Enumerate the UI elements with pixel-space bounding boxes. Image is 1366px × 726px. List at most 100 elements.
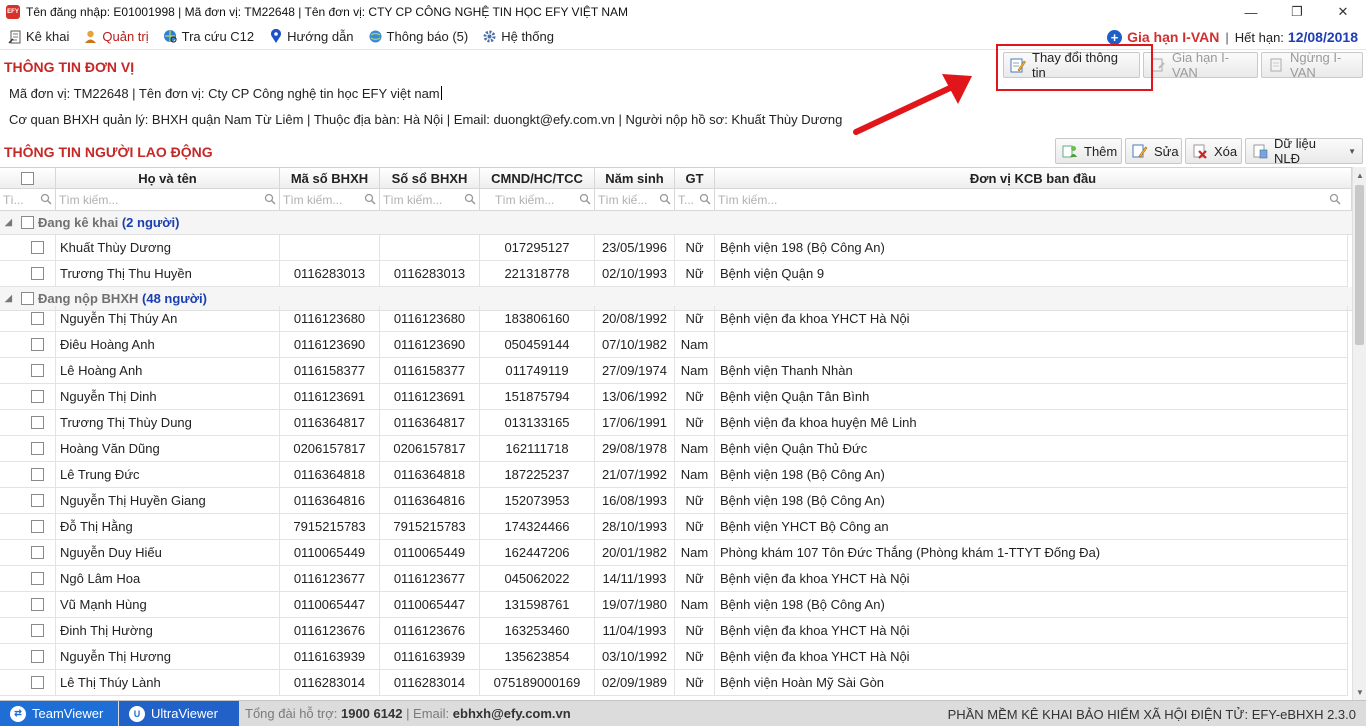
collapse-triangle-icon[interactable]: ◢ bbox=[5, 217, 17, 228]
maximize-button[interactable]: ❐ bbox=[1274, 0, 1320, 24]
select-all-header bbox=[0, 168, 56, 188]
row-checkbox[interactable] bbox=[31, 650, 44, 663]
scroll-thumb[interactable] bbox=[1355, 185, 1364, 345]
minimize-button[interactable]: — bbox=[1228, 0, 1274, 24]
renew-ivan-link[interactable]: Gia hạn I-VAN bbox=[1127, 29, 1219, 45]
row-checkbox[interactable] bbox=[31, 572, 44, 585]
col-header-gt[interactable]: GT bbox=[675, 168, 715, 188]
group-row-dang-ke-khai[interactable]: ◢ Đang kê khai (2 người) bbox=[0, 211, 1352, 235]
menu-huong-dan[interactable]: Hướng dẫn bbox=[261, 24, 360, 50]
row-indent bbox=[0, 488, 20, 513]
menu-tra-cuu-c12[interactable]: Tra cứu C12 bbox=[156, 24, 262, 50]
table-row[interactable]: Nguyễn Thị Hương 0116163939 0116163939 1356… bbox=[0, 644, 1348, 670]
table-row[interactable]: Lê Hoàng Anh 0116158377 0116158377 01174911… bbox=[0, 358, 1348, 384]
table-row[interactable]: Đinh Thị Hường 0116123676 0116123676 163253… bbox=[0, 618, 1348, 644]
table-row[interactable]: Ngô Lâm Hoa 0116123677 0116123677 045062022… bbox=[0, 566, 1348, 592]
filter-gt[interactable]: T... bbox=[675, 189, 715, 210]
ultraviewer-taskbar-button[interactable]: U UltraViewer bbox=[119, 700, 239, 726]
filter-placeholder: Tìm kiế... bbox=[598, 192, 648, 207]
col-header-cmnd[interactable]: CMND/HC/TCC bbox=[480, 168, 595, 188]
row-checkbox[interactable] bbox=[31, 241, 44, 254]
row-checkbox-cell bbox=[20, 235, 56, 260]
table-row[interactable]: Lê Trung Đức 0116364818 0116364818 18722523… bbox=[0, 462, 1348, 488]
unit-info-line-1: Mã đơn vị: TM22648 | Tên đơn vị: Cty CP … bbox=[9, 86, 442, 101]
cell-name: Lê Hoàng Anh bbox=[56, 358, 280, 383]
scroll-down-icon[interactable]: ▼ bbox=[1353, 684, 1366, 700]
menu-he-thong[interactable]: Hệ thống bbox=[475, 24, 561, 50]
cell-ma-so: 0116163939 bbox=[280, 644, 380, 669]
table-row[interactable]: Nguyễn Thị Thúy An 0116123680 0116123680 18… bbox=[0, 306, 1348, 332]
cell-kcb: Bệnh viện đa khoa YHCT Hà Nội bbox=[715, 306, 1348, 331]
row-checkbox[interactable] bbox=[31, 546, 44, 559]
row-checkbox[interactable] bbox=[31, 312, 44, 325]
filter-cmnd[interactable]: Tìm kiếm... bbox=[480, 189, 595, 210]
filter-ma-so[interactable]: Tìm kiếm... bbox=[280, 189, 380, 210]
row-checkbox[interactable] bbox=[31, 338, 44, 351]
table-row[interactable]: Đỗ Thị Hằng 7915215783 7915215783 174324466… bbox=[0, 514, 1348, 540]
table-row[interactable]: Hoàng Văn Dũng 0206157817 0206157817 162111… bbox=[0, 436, 1348, 462]
renew-ivan-button[interactable]: Gia hạn I-VAN bbox=[1143, 50, 1258, 80]
table-row[interactable]: Nguyễn Thị Dinh 0116123691 0116123691 15187… bbox=[0, 384, 1348, 410]
table-row[interactable]: Lê Thị Thúy Lành 0116283014 0116283014 0751… bbox=[0, 670, 1348, 696]
row-checkbox[interactable] bbox=[31, 390, 44, 403]
filter-kcb[interactable]: Tìm kiếm... bbox=[715, 189, 1352, 210]
row-indent bbox=[0, 306, 20, 331]
vertical-scrollbar[interactable]: ▲ ▼ bbox=[1352, 167, 1366, 700]
menu-thong-bao[interactable]: Thông báo (5) bbox=[361, 24, 476, 50]
cell-so-so: 0116364816 bbox=[380, 488, 480, 513]
cell-cmnd: 050459144 bbox=[480, 332, 595, 357]
row-checkbox[interactable] bbox=[31, 676, 44, 689]
col-header-ma-so[interactable]: Mã số BHXH bbox=[280, 168, 380, 188]
cell-ma-so: 0116364817 bbox=[280, 410, 380, 435]
row-checkbox[interactable] bbox=[31, 624, 44, 637]
cell-kcb: Bệnh viện 198 (Bộ Công An) bbox=[715, 462, 1348, 487]
cell-kcb: Bệnh viện 198 (Bộ Công An) bbox=[715, 235, 1348, 260]
menu-label: Quản trị bbox=[102, 29, 149, 44]
delete-worker-button[interactable]: Xóa bbox=[1185, 138, 1242, 164]
filter-nam-sinh[interactable]: Tìm kiế... bbox=[595, 189, 675, 210]
search-icon bbox=[579, 193, 591, 205]
cell-so-so: 0116158377 bbox=[380, 358, 480, 383]
row-checkbox[interactable] bbox=[31, 364, 44, 377]
filter-so-so[interactable]: Tìm kiếm... bbox=[380, 189, 480, 210]
col-header-so-so[interactable]: Số sổ BHXH bbox=[380, 168, 480, 188]
cell-so-so: 0116163939 bbox=[380, 644, 480, 669]
scroll-up-icon[interactable]: ▲ bbox=[1353, 167, 1366, 183]
col-header-nam-sinh[interactable]: Năm sinh bbox=[595, 168, 675, 188]
row-checkbox-cell bbox=[20, 332, 56, 357]
row-checkbox[interactable] bbox=[31, 416, 44, 429]
close-button[interactable]: ✕ bbox=[1320, 0, 1366, 24]
table-row[interactable]: Vũ Mạnh Hùng 0110065447 0110065447 13159876… bbox=[0, 592, 1348, 618]
worker-data-dropdown[interactable]: Dữ liệu NLĐ ▼ bbox=[1245, 136, 1363, 166]
table-row[interactable]: Điêu Hoàng Anh 0116123690 0116123690 050459… bbox=[0, 332, 1348, 358]
teamviewer-taskbar-button[interactable]: ⇄ TeamViewer bbox=[0, 700, 118, 726]
menu-ke-khai[interactable]: Kê khai bbox=[0, 24, 76, 50]
group-checkbox[interactable] bbox=[21, 216, 34, 229]
row-checkbox[interactable] bbox=[31, 520, 44, 533]
edit-worker-button[interactable]: Sửa bbox=[1125, 138, 1182, 164]
row-checkbox[interactable] bbox=[31, 598, 44, 611]
select-all-checkbox[interactable] bbox=[21, 171, 34, 185]
table-row[interactable]: Trương Thị Thùy Dung 0116364817 0116364817… bbox=[0, 410, 1348, 436]
group-checkbox[interactable] bbox=[21, 292, 34, 305]
cell-nam-sinh: 28/10/1993 bbox=[595, 514, 675, 539]
row-checkbox[interactable] bbox=[31, 442, 44, 455]
table-row[interactable]: Nguyễn Thị Huyền Giang 0116364816 01163648… bbox=[0, 488, 1348, 514]
filter-first[interactable]: Tì... bbox=[0, 189, 56, 210]
row-checkbox[interactable] bbox=[31, 494, 44, 507]
col-header-name[interactable]: Họ và tên bbox=[56, 168, 280, 188]
table-row[interactable]: Khuất Thùy Dương 017295127 23/05/1996 Nữ Bện… bbox=[0, 235, 1348, 261]
menu-quan-tri[interactable]: Quản trị bbox=[76, 24, 155, 50]
table-row[interactable]: Trương Thị Thu Huyền 0116283013 0116283013… bbox=[0, 261, 1348, 287]
cell-gt: Nữ bbox=[675, 566, 715, 591]
stop-ivan-button[interactable]: Ngừng I-VAN bbox=[1261, 50, 1363, 80]
row-checkbox[interactable] bbox=[31, 468, 44, 481]
button-label: Gia hạn I-VAN bbox=[1172, 50, 1230, 80]
col-header-kcb[interactable]: Đơn vị KCB ban đầu bbox=[715, 168, 1352, 188]
row-checkbox[interactable] bbox=[31, 267, 44, 280]
add-worker-button[interactable]: Thêm bbox=[1055, 138, 1122, 164]
group-count: (48 người) bbox=[142, 291, 207, 306]
filter-name[interactable]: Tìm kiếm... bbox=[56, 189, 280, 210]
collapse-triangle-icon[interactable]: ◢ bbox=[5, 293, 17, 304]
table-row[interactable]: Nguyễn Duy Hiếu 0110065449 0110065449 16244… bbox=[0, 540, 1348, 566]
